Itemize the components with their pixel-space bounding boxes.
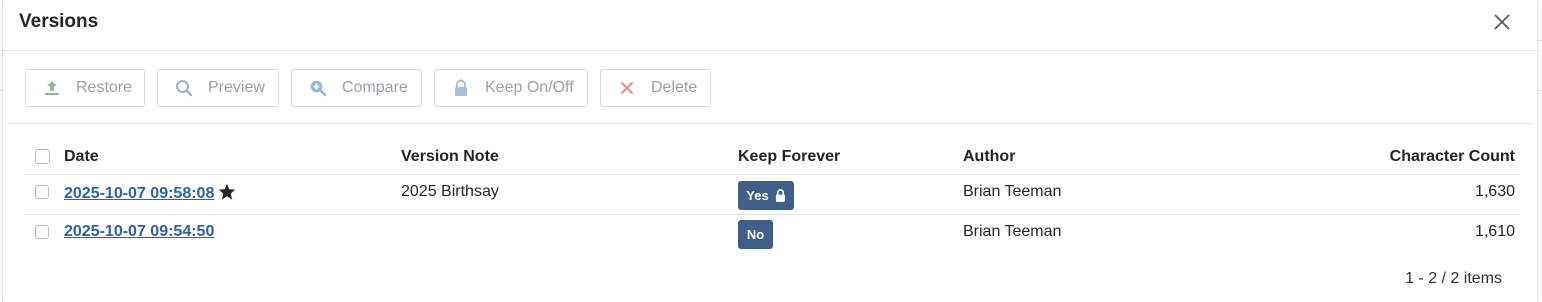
lock-icon — [451, 78, 471, 98]
close-icon — [1494, 14, 1510, 30]
upload-icon — [42, 78, 62, 98]
date-cell: 2025-10-07 09:58:08 — [64, 183, 236, 203]
version-note-cell: 2025 Birthsay — [401, 183, 499, 200]
column-header-version-note[interactable]: Version Note — [401, 148, 499, 166]
date-cell: 2025-10-07 09:54:50 — [64, 223, 214, 241]
versions-modal: Versions Restore Preview Compare Keep On… — [2, 0, 1538, 302]
pager-info: 1 - 2 / 2 items — [1405, 270, 1502, 287]
star-icon — [219, 183, 236, 200]
compare-label: Compare — [342, 79, 408, 96]
toolbar: Restore Preview Compare Keep On/Off Dele… — [9, 51, 1533, 124]
preview-button[interactable]: Preview — [157, 69, 279, 107]
versions-table: Date Version Note Keep Forever Author Ch… — [25, 136, 1519, 254]
column-header-character-count[interactable]: Character Count — [1390, 148, 1515, 166]
table-row[interactable]: 2025-10-07 09:54:50 No Brian Teeman 1,61… — [25, 215, 1519, 254]
lock-icon — [775, 189, 785, 202]
character-count-cell: 1,630 — [1474, 183, 1515, 200]
close-button[interactable] — [1491, 11, 1513, 33]
column-header-keep-forever[interactable]: Keep Forever — [738, 148, 840, 166]
row-checkbox[interactable] — [35, 185, 49, 199]
delete-label: Delete — [651, 79, 698, 96]
version-date-link[interactable]: 2025-10-07 09:58:08 — [64, 185, 214, 202]
version-date-link[interactable]: 2025-10-07 09:54:50 — [64, 223, 214, 240]
column-header-date[interactable]: Date — [64, 148, 99, 166]
author-cell: Brian Teeman — [963, 183, 1062, 200]
keep-forever-value: Yes — [746, 188, 769, 203]
x-icon — [617, 78, 637, 98]
keep-forever-badge[interactable]: Yes — [738, 181, 794, 210]
preview-label: Preview — [208, 79, 265, 96]
keep-forever-badge[interactable]: No — [738, 220, 773, 249]
column-header-author[interactable]: Author — [963, 148, 1015, 166]
modal-header: Versions — [3, 0, 1537, 51]
row-checkbox[interactable] — [35, 225, 49, 239]
compare-button[interactable]: Compare — [291, 69, 422, 107]
keep-toggle-label: Keep On/Off — [485, 79, 574, 96]
zoom-in-icon — [308, 78, 328, 98]
delete-button[interactable]: Delete — [600, 69, 711, 107]
modal-title: Versions — [19, 11, 99, 32]
select-all-checkbox[interactable] — [35, 149, 50, 164]
search-icon — [174, 78, 194, 98]
keep-toggle-button[interactable]: Keep On/Off — [434, 69, 588, 107]
restore-button[interactable]: Restore — [25, 69, 145, 107]
restore-label: Restore — [76, 79, 133, 96]
character-count-cell: 1,610 — [1474, 223, 1515, 240]
table-row[interactable]: 2025-10-07 09:58:08 2025 Birthsay Yes Br… — [25, 175, 1519, 215]
keep-forever-value: No — [746, 227, 765, 242]
table-header: Date Version Note Keep Forever Author Ch… — [25, 136, 1519, 175]
author-cell: Brian Teeman — [963, 223, 1062, 240]
